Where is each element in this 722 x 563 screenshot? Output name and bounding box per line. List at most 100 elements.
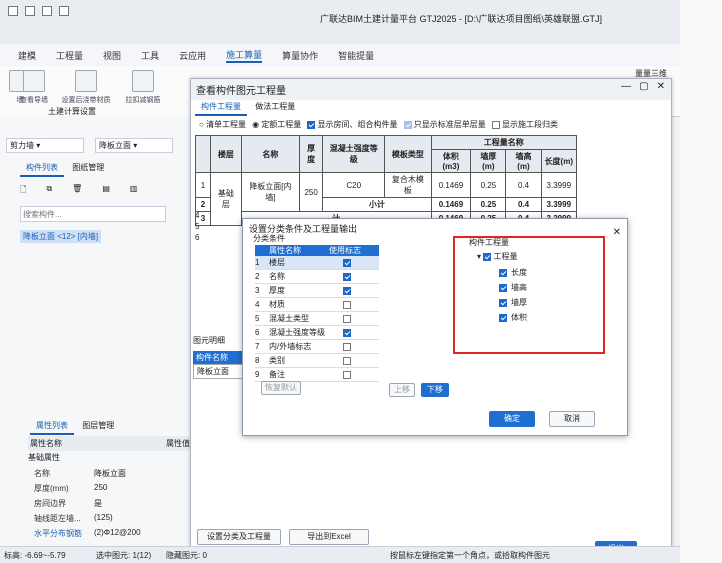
- condition-row[interactable]: 7 内/外墙标志: [255, 340, 379, 354]
- panel-tabs: 构件列表 图纸管理: [20, 160, 110, 177]
- condition-label: 材质: [269, 300, 285, 309]
- cell-name: 降板立面[内墙]: [240, 172, 301, 212]
- property-name: 名称: [34, 469, 50, 478]
- cell-wall-height: 0.4: [505, 197, 542, 212]
- component-dropdown[interactable]: 降板立面 ▾: [95, 138, 173, 153]
- condition-row[interactable]: 8 类别: [255, 354, 379, 368]
- use-flag-checkbox[interactable]: [343, 328, 351, 337]
- delete-icon[interactable]: 🗑: [72, 184, 82, 198]
- use-flag-checkbox[interactable]: [343, 314, 351, 323]
- radio-list-quantity[interactable]: ○ 清单工程量: [199, 119, 246, 130]
- ribbon-tab[interactable]: 智能提量: [338, 49, 374, 62]
- ribbon-tab[interactable]: 云应用: [179, 49, 206, 62]
- move-up-button[interactable]: 上移: [389, 383, 415, 397]
- use-flag-checkbox[interactable]: [343, 300, 351, 309]
- cell-wall-thick: 0.25: [470, 197, 507, 212]
- tab-method-quantity[interactable]: 做法工程量: [249, 99, 301, 114]
- row-num: 7: [255, 342, 260, 351]
- checkbox-icon: [307, 120, 316, 129]
- filter-icon[interactable]: ▥: [130, 184, 138, 198]
- tab-component-quantity[interactable]: 构件工程量: [195, 99, 247, 116]
- ribbon-tab[interactable]: 视图: [103, 49, 121, 62]
- checkbox-construction-section[interactable]: 显示施工段归类: [491, 119, 558, 130]
- row-num-tail: 4 5 6: [195, 211, 199, 242]
- condition-row[interactable]: 9 备注: [255, 368, 379, 382]
- checkbox-show-room[interactable]: 显示房间、组合构件量: [307, 119, 398, 130]
- radio-quota-quantity[interactable]: ◉ 定额工程量: [252, 119, 301, 130]
- row-num: 5: [255, 314, 260, 323]
- tab-drawing-manager[interactable]: 图纸管理: [66, 160, 110, 175]
- window-title: 广联达BIM土建计量平台 GTJ2025 - [D:\广联达项目图纸\英雄联盟.…: [320, 14, 603, 24]
- condition-rows: 1 楼层 2 名称 3 厚度 4 材质 5 混凝土类型 6 混凝土强度等级 7 内/外墙标志 8 类别 9 备注: [255, 256, 379, 382]
- copy-icon[interactable]: ⧉: [46, 184, 52, 198]
- close-icon[interactable]: ✕: [613, 227, 621, 238]
- restore-default-button[interactable]: 恢复默认: [261, 381, 301, 395]
- ribbon-button-label: 查看导墙: [20, 97, 48, 104]
- header-wall-height: 墙高(m): [505, 149, 542, 173]
- ribbon-button-rebar[interactable]: 拉扣减钢筋: [118, 70, 168, 105]
- layer-icon[interactable]: ▤: [102, 184, 110, 198]
- cell-formwork: 复合木模板: [384, 172, 432, 198]
- condition-label: 名称: [269, 272, 285, 281]
- undo-icon[interactable]: [42, 6, 52, 16]
- dialog-title: 查看构件图元工程量: [191, 79, 671, 100]
- property-row[interactable]: 轴线距左墙... (125): [34, 511, 184, 526]
- checkbox-standard-floor[interactable]: 只显示标准层单层量: [403, 119, 486, 130]
- cancel-button[interactable]: 取消: [549, 411, 595, 427]
- set-classification-button[interactable]: 设置分类及工程量: [197, 529, 281, 545]
- status-bar: 标高: -6.69~-5.79 选中图元: 1(12) 隐藏图元: 0 按鼠标左…: [0, 546, 680, 563]
- tab-component-list[interactable]: 构件列表: [20, 160, 64, 177]
- property-row[interactable]: 水平分布钢筋 (2)Φ12@200: [34, 526, 184, 541]
- ribbon-tab[interactable]: 工程量: [56, 49, 83, 62]
- table-row[interactable]: 1 基础层 降板立面[内墙] 250 C20 复合木模板 0.1469 0.25…: [195, 172, 578, 226]
- property-row[interactable]: 厚度(mm) 250: [34, 481, 184, 496]
- property-row[interactable]: 名称 降板立面: [34, 466, 184, 481]
- use-flag-checkbox[interactable]: [343, 286, 351, 295]
- grid-icon[interactable]: [59, 6, 69, 16]
- use-flag-checkbox[interactable]: [343, 272, 351, 281]
- property-header: 属性名称 属性值: [28, 436, 192, 451]
- property-value: 降板立面: [94, 469, 126, 478]
- ribbon-tab[interactable]: 工具: [141, 49, 159, 62]
- save-icon[interactable]: [25, 6, 35, 16]
- detail-cell[interactable]: 降板立面: [193, 364, 249, 379]
- minimize-icon[interactable]: —: [621, 81, 631, 92]
- move-down-button[interactable]: 下移: [421, 383, 449, 397]
- ribbon-tab[interactable]: 建模: [18, 49, 36, 62]
- condition-row[interactable]: 3 厚度: [255, 284, 379, 298]
- tab-property-list[interactable]: 属性列表: [30, 418, 74, 435]
- file-icon[interactable]: [8, 6, 18, 16]
- group-classification-label: 分类条件: [253, 234, 285, 243]
- condition-row[interactable]: 4 材质: [255, 298, 379, 312]
- condition-row[interactable]: 6 混凝土强度等级: [255, 326, 379, 340]
- use-flag-checkbox[interactable]: [343, 342, 351, 351]
- cell-length: 3.3999: [540, 172, 578, 198]
- component-list-item[interactable]: 降板立面 <12> [内墙]: [20, 230, 102, 243]
- ribbon-tab[interactable]: 算量协作: [282, 49, 318, 62]
- maximize-icon[interactable]: ▢: [639, 81, 648, 92]
- tab-layer-manager[interactable]: 图层管理: [76, 418, 120, 433]
- condition-label: 备注: [269, 370, 285, 379]
- export-excel-button[interactable]: 导出到Excel: [289, 529, 369, 545]
- condition-label: 楼层: [269, 258, 285, 267]
- header-quantity-title: 工程量名称: [430, 135, 578, 150]
- header-formwork: 模板类型: [384, 135, 432, 173]
- ok-button[interactable]: 确定: [489, 411, 535, 427]
- ribbon-tab[interactable]: 施工算量: [226, 48, 263, 63]
- use-flag-checkbox[interactable]: [343, 258, 351, 267]
- close-icon[interactable]: ✕: [657, 81, 665, 92]
- condition-row[interactable]: 2 名称: [255, 270, 379, 284]
- use-flag-checkbox[interactable]: [343, 370, 351, 379]
- row-num: 6: [255, 328, 260, 337]
- ribbon-button-check[interactable]: 查看导墙: [14, 70, 54, 105]
- ribbon-button-material[interactable]: 设置后浇带材质: [56, 70, 116, 105]
- component-search-input[interactable]: [20, 206, 166, 222]
- property-row[interactable]: 房间边界 是: [34, 496, 184, 511]
- new-icon[interactable]: 🗋: [20, 184, 26, 198]
- options-row: ○ 清单工程量 ◉ 定额工程量 显示房间、组合构件量 只显示标准层单层量 显示施…: [199, 119, 558, 130]
- condition-row[interactable]: 1 楼层: [255, 256, 379, 270]
- component-type-dropdown[interactable]: 剪力墙 ▾: [6, 138, 84, 153]
- header-volume: 体积(m3): [430, 149, 472, 173]
- condition-row[interactable]: 5 混凝土类型: [255, 312, 379, 326]
- use-flag-checkbox[interactable]: [343, 356, 351, 365]
